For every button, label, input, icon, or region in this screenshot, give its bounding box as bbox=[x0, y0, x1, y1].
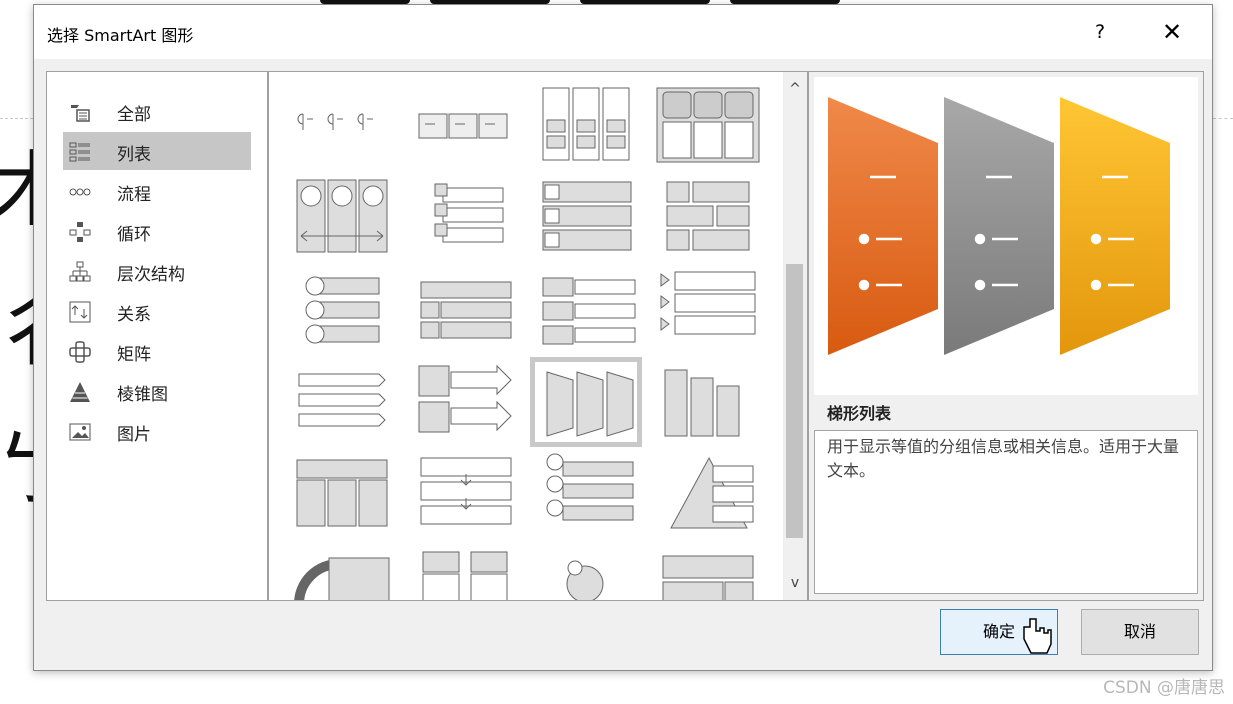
matrix-icon bbox=[69, 341, 91, 363]
layout-preview-icon bbox=[542, 181, 632, 251]
category-item-process[interactable]: 流程 bbox=[63, 172, 251, 210]
layout-preview-icon bbox=[664, 369, 740, 437]
picture-icon bbox=[69, 423, 91, 441]
preview-image bbox=[814, 77, 1198, 395]
layout-preview-icon bbox=[418, 113, 508, 139]
layout-preview-icon bbox=[542, 277, 636, 345]
layout-thumbnail[interactable] bbox=[533, 268, 639, 352]
layout-thumbnail-trapezoid-list[interactable] bbox=[530, 357, 642, 447]
pyramid-icon bbox=[70, 382, 90, 402]
layout-thumbnail[interactable] bbox=[655, 360, 761, 444]
layout-thumbnail[interactable] bbox=[655, 452, 761, 536]
layout-thumbnail[interactable] bbox=[411, 452, 517, 536]
category-label: 全部 bbox=[117, 105, 151, 125]
layout-preview-icon bbox=[420, 457, 512, 525]
layout-preview-icon bbox=[296, 179, 388, 253]
category-label: 矩阵 bbox=[117, 345, 151, 365]
layout-thumbnail[interactable] bbox=[289, 84, 395, 168]
layout-name: 梯形列表 bbox=[827, 404, 892, 423]
layout-thumbnail[interactable] bbox=[289, 360, 395, 444]
layout-thumbnail[interactable] bbox=[533, 176, 639, 260]
mouse-cursor-icon bbox=[1023, 618, 1052, 654]
layout-preview-icon bbox=[542, 87, 630, 161]
layout-description: 用于显示等值的分组信息或相关信息。适用于大量文本。 bbox=[814, 430, 1198, 594]
layout-thumbnail[interactable] bbox=[289, 544, 395, 600]
help-button[interactable]: ? bbox=[1084, 15, 1116, 49]
relationship-icon bbox=[69, 301, 91, 323]
scroll-down-button[interactable]: v bbox=[783, 570, 807, 596]
all-icon bbox=[71, 105, 90, 122]
layout-preview-icon bbox=[434, 183, 504, 243]
category-label: 循环 bbox=[117, 225, 151, 245]
preview-panel: 梯形列表 用于显示等值的分组信息或相关信息。适用于大量文本。 bbox=[808, 71, 1204, 601]
layout-thumbnail[interactable] bbox=[289, 268, 395, 352]
layout-thumbnail[interactable] bbox=[411, 176, 517, 260]
layout-preview-icon bbox=[294, 557, 390, 600]
layout-preview-icon bbox=[420, 281, 512, 339]
category-list: 全部 列表 流程 循环 层次结构 关系 矩阵 棱锥图 图片 bbox=[46, 71, 268, 601]
background-page-line bbox=[0, 118, 33, 119]
layout-preview-icon bbox=[546, 453, 634, 521]
layout-thumbnail[interactable] bbox=[289, 176, 395, 260]
gallery-scrollbar[interactable]: ^ v bbox=[783, 72, 807, 600]
layout-thumbnail[interactable] bbox=[655, 544, 761, 600]
category-item-picture[interactable]: 图片 bbox=[63, 412, 251, 450]
category-item-pyramid[interactable]: 棱锥图 bbox=[63, 372, 251, 410]
close-button[interactable]: ✕ bbox=[1152, 15, 1192, 49]
process-icon bbox=[69, 188, 91, 196]
layout-thumbnail[interactable] bbox=[533, 452, 639, 536]
layout-thumbnail[interactable] bbox=[411, 544, 517, 600]
background-page-line bbox=[1213, 118, 1233, 119]
category-label: 流程 bbox=[117, 185, 151, 205]
layout-thumbnail[interactable] bbox=[289, 452, 395, 536]
layout-thumbnail[interactable] bbox=[411, 84, 517, 168]
category-item-list[interactable]: 列表 bbox=[63, 132, 251, 170]
layout-thumbnail[interactable] bbox=[411, 360, 517, 444]
smartart-dialog: 选择 SmartArt 图形 ? ✕ 全部 列表 流程 循环 层次结构 关系 矩… bbox=[33, 4, 1213, 671]
dialog-title: 选择 SmartArt 图形 bbox=[47, 26, 194, 45]
layout-preview-icon bbox=[418, 364, 512, 433]
category-label: 图片 bbox=[117, 425, 151, 445]
cycle-icon bbox=[69, 222, 91, 242]
trapezoid-list-preview bbox=[828, 97, 1170, 355]
layout-preview-icon bbox=[660, 271, 756, 335]
category-label: 层次结构 bbox=[117, 265, 185, 285]
cancel-button[interactable]: 取消 bbox=[1081, 609, 1199, 655]
layout-preview-icon bbox=[297, 113, 373, 130]
layout-preview-icon bbox=[656, 87, 760, 163]
layout-gallery: ^ v bbox=[268, 71, 808, 601]
category-item-hierarchy[interactable]: 层次结构 bbox=[63, 252, 251, 290]
layout-preview-icon bbox=[305, 276, 380, 344]
title-bar: 选择 SmartArt 图形 ? ✕ bbox=[34, 5, 1212, 59]
layout-thumbnail[interactable] bbox=[655, 84, 761, 168]
layout-thumbnail[interactable] bbox=[411, 268, 517, 352]
layout-preview-icon bbox=[662, 555, 754, 600]
layout-preview-icon bbox=[566, 560, 604, 600]
layout-thumbnail[interactable] bbox=[533, 544, 639, 600]
layout-preview-icon bbox=[298, 373, 386, 427]
scrollbar-thumb[interactable] bbox=[786, 264, 803, 538]
category-label: 列表 bbox=[117, 145, 151, 165]
category-label: 棱锥图 bbox=[117, 385, 168, 405]
category-item-relationship[interactable]: 关系 bbox=[63, 292, 251, 330]
category-item-all[interactable]: 全部 bbox=[63, 92, 251, 130]
layout-preview-icon bbox=[666, 181, 750, 251]
watermark: CSDN @唐唐思 bbox=[1103, 678, 1225, 698]
layout-thumbnail[interactable] bbox=[655, 268, 761, 352]
layout-thumbnail[interactable] bbox=[655, 176, 761, 260]
hierarchy-icon bbox=[69, 261, 91, 282]
list-icon bbox=[69, 142, 90, 162]
layout-preview-icon bbox=[422, 551, 508, 600]
scroll-up-button[interactable]: ^ bbox=[783, 76, 807, 102]
trapezoid-list-icon bbox=[546, 371, 634, 437]
layout-preview-icon bbox=[670, 456, 754, 529]
layout-preview-icon bbox=[296, 459, 388, 527]
category-item-matrix[interactable]: 矩阵 bbox=[63, 332, 251, 370]
layout-thumbnail[interactable] bbox=[533, 84, 639, 168]
category-item-cycle[interactable]: 循环 bbox=[63, 212, 251, 250]
category-label: 关系 bbox=[117, 305, 151, 325]
